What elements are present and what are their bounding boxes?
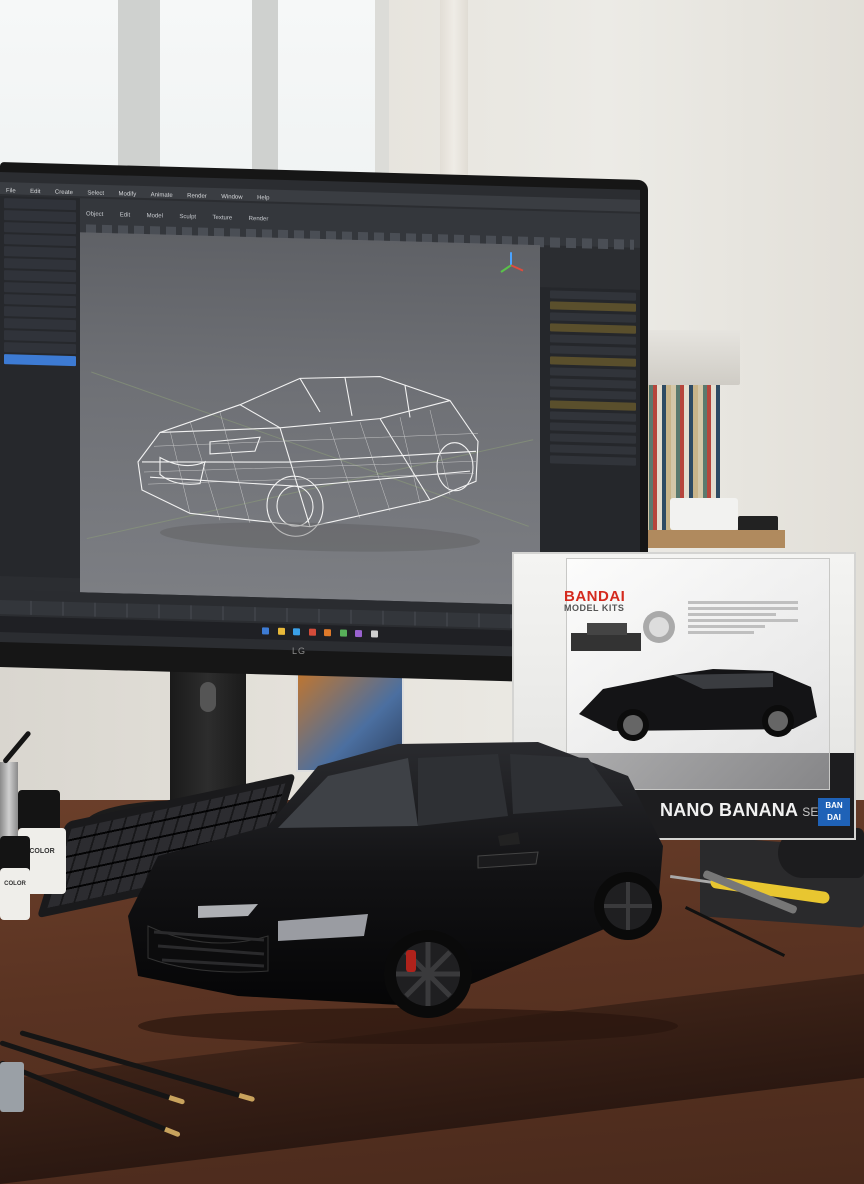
wireframe-car[interactable] — [130, 362, 490, 562]
outliner-item[interactable] — [4, 318, 76, 331]
property-row[interactable] — [550, 411, 636, 422]
outliner-item[interactable] — [4, 282, 76, 295]
menu-animate[interactable]: Animate — [151, 192, 173, 199]
property-row[interactable] — [550, 422, 636, 433]
scale-model-car — [128, 742, 678, 1044]
folder-icon[interactable] — [277, 627, 285, 635]
browser-icon[interactable] — [293, 628, 301, 636]
menu-help[interactable]: Help — [257, 195, 269, 201]
app-icon[interactable] — [339, 629, 347, 637]
tab-object[interactable]: Object — [86, 211, 103, 217]
axis-gizmo-icon[interactable] — [496, 250, 526, 281]
property-row[interactable] — [550, 367, 636, 378]
bandai-logo-line1: BAN — [825, 801, 843, 810]
stacked-papers — [640, 330, 740, 385]
printer — [670, 498, 738, 530]
property-row[interactable] — [550, 433, 636, 444]
outliner-item[interactable] — [4, 222, 76, 235]
property-row[interactable] — [550, 323, 636, 334]
property-row[interactable] — [550, 345, 636, 356]
menu-create[interactable]: Create — [55, 190, 73, 197]
paint-bottle: COLOR — [0, 868, 30, 920]
app-icon[interactable] — [324, 629, 332, 637]
outliner-item[interactable] — [4, 330, 76, 343]
tab-render[interactable]: Render — [249, 216, 269, 223]
monitor-brand-logo: LG — [292, 646, 307, 656]
tab-sculpt[interactable]: Sculpt — [179, 214, 196, 220]
outliner-item[interactable] — [4, 294, 76, 307]
property-row[interactable] — [550, 378, 636, 389]
property-row[interactable] — [550, 389, 636, 400]
outliner-item[interactable] — [4, 258, 76, 271]
outliner-item[interactable] — [4, 306, 76, 319]
app-icon[interactable] — [355, 629, 363, 638]
menu-render[interactable]: Render — [187, 193, 207, 200]
app-icon[interactable] — [308, 628, 316, 636]
box-fine-print — [688, 598, 798, 637]
property-row[interactable] — [550, 444, 636, 455]
3d-viewport[interactable] — [80, 232, 540, 606]
brush-cup — [0, 762, 18, 842]
property-row[interactable] — [550, 301, 636, 312]
series-name: NANO BANANA — [660, 800, 799, 820]
paint-label: COLOR — [4, 881, 26, 887]
property-row[interactable] — [550, 334, 636, 345]
property-row[interactable] — [550, 290, 636, 301]
outliner-item[interactable] — [4, 210, 76, 223]
box-subtitle: MODEL KITS — [564, 603, 625, 613]
start-icon[interactable] — [262, 627, 270, 635]
tool-holder — [0, 1062, 24, 1112]
property-row[interactable] — [550, 312, 636, 323]
menu-edit[interactable]: Edit — [30, 189, 40, 195]
tab-texture[interactable]: Texture — [213, 215, 233, 222]
tab-edit[interactable]: Edit — [120, 212, 130, 218]
bandai-logo: BAN DAI — [818, 798, 850, 826]
property-row[interactable] — [550, 356, 636, 367]
outliner-item[interactable] — [4, 246, 76, 259]
property-row[interactable] — [550, 400, 636, 411]
outliner-item-selected[interactable] — [4, 354, 76, 367]
menu-select[interactable]: Select — [87, 190, 104, 196]
tab-model[interactable]: Model — [147, 213, 163, 219]
menu-modify[interactable]: Modify — [119, 191, 137, 197]
outliner-item[interactable] — [4, 234, 76, 247]
shelf — [640, 530, 785, 548]
paint-cap — [18, 790, 60, 830]
outliner-item[interactable] — [4, 198, 76, 211]
outliner-panel — [0, 196, 80, 579]
menu-window[interactable]: Window — [221, 194, 242, 201]
menu-file[interactable]: File — [6, 188, 16, 194]
outliner-item[interactable] — [4, 270, 76, 283]
property-row[interactable] — [550, 455, 636, 466]
outliner-item[interactable] — [4, 342, 76, 355]
app-icon[interactable] — [370, 630, 378, 638]
paint-cap — [0, 836, 30, 872]
bandai-logo-line2: DAI — [827, 813, 841, 822]
